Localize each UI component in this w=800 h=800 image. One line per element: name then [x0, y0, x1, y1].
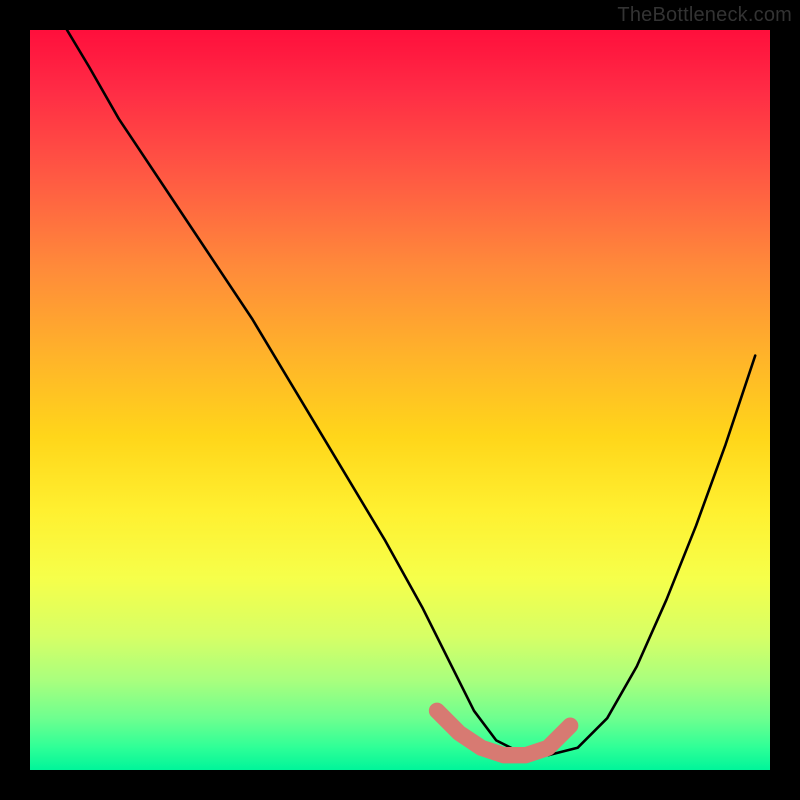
- plot-area: [30, 30, 770, 770]
- bottleneck-curve: [67, 30, 755, 755]
- chart-frame: TheBottleneck.com: [0, 0, 800, 800]
- curve-layer: [30, 30, 770, 770]
- watermark-text: TheBottleneck.com: [617, 4, 792, 27]
- minimum-marker: [437, 711, 570, 755]
